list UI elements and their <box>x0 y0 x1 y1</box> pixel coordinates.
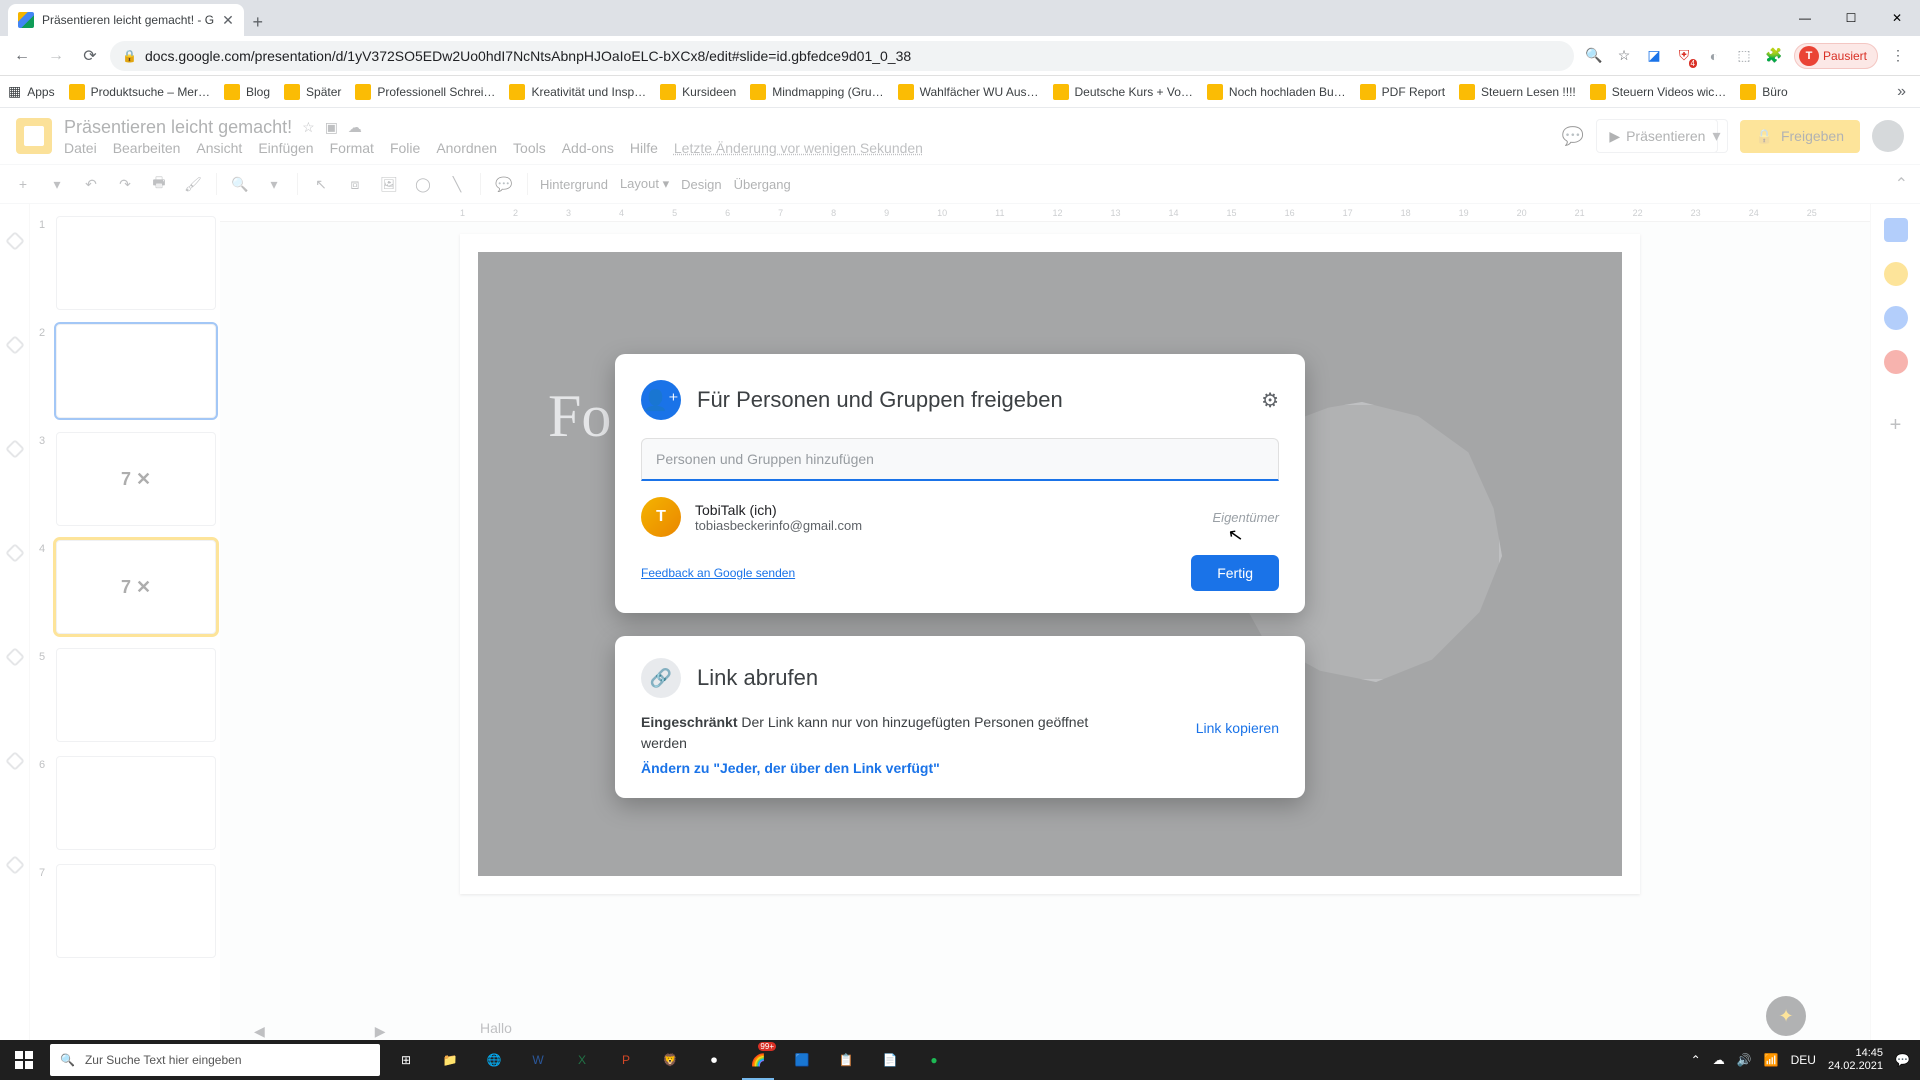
word-icon[interactable]: W <box>518 1040 558 1080</box>
feedback-link[interactable]: Feedback an Google senden <box>641 566 795 580</box>
language-indicator[interactable]: DEU <box>1791 1053 1816 1067</box>
bookmark-item[interactable]: PDF Report <box>1360 84 1445 100</box>
minimize-button[interactable]: — <box>1782 0 1828 36</box>
edge2-icon[interactable]: 🟦 <box>782 1040 822 1080</box>
bookmark-item[interactable]: Steuern Lesen !!!! <box>1459 84 1576 100</box>
start-button[interactable] <box>0 1040 48 1080</box>
person-email: tobiasbeckerinfo@gmail.com <box>695 518 862 533</box>
zoom-icon[interactable]: 🔍 <box>1584 46 1604 66</box>
lock-icon: 🔒 <box>122 49 137 63</box>
maximize-button[interactable]: ☐ <box>1828 0 1874 36</box>
menu-icon[interactable]: ⋮ <box>1888 46 1908 66</box>
person-role: Eigentümer <box>1213 510 1279 525</box>
bookmark-item[interactable]: Mindmapping (Gru… <box>750 84 883 100</box>
done-button[interactable]: Fertig <box>1191 555 1279 591</box>
bookmark-item[interactable]: Deutsche Kurs + Vo… <box>1053 84 1193 100</box>
notifications-icon[interactable]: 💬 <box>1895 1053 1910 1067</box>
extension-icon[interactable]: ◪ <box>1644 46 1664 66</box>
close-tab-icon[interactable]: ✕ <box>222 12 234 29</box>
browser-tab-strip: Präsentieren leicht gemacht! - G ✕ + — ☐… <box>0 0 1920 36</box>
person-name: TobiTalk (ich) <box>695 502 862 518</box>
extensions-menu-icon[interactable]: 🧩 <box>1764 46 1784 66</box>
browser-toolbar: ← → ⟳ 🔒 docs.google.com/presentation/d/1… <box>0 36 1920 76</box>
brave-icon[interactable]: 🦁 <box>650 1040 690 1080</box>
profile-chip[interactable]: T Pausiert <box>1794 43 1878 69</box>
change-access-link[interactable]: Ändern zu "Jeder, der über den Link verf… <box>641 760 1121 776</box>
window-controls: — ☐ ✕ <box>1782 0 1920 36</box>
task-view-icon[interactable]: ⊞ <box>386 1040 426 1080</box>
spotify-icon[interactable]: ● <box>914 1040 954 1080</box>
taskbar-search[interactable]: 🔍 Zur Suche Text hier eingeben <box>50 1044 380 1076</box>
bookmark-item[interactable]: Blog <box>224 84 270 100</box>
share-dialog-title: Für Personen und Gruppen freigeben <box>697 387 1063 413</box>
share-settings-icon[interactable]: ⚙ <box>1261 388 1279 413</box>
windows-taskbar: 🔍 Zur Suche Text hier eingeben ⊞ 📁 🌐 W X… <box>0 1040 1920 1080</box>
close-window-button[interactable]: ✕ <box>1874 0 1920 36</box>
app-icon[interactable]: 📋 <box>826 1040 866 1080</box>
copy-link-button[interactable]: Link kopieren <box>1196 720 1279 736</box>
link-restriction-text: Eingeschränkt Der Link kann nur von hinz… <box>641 712 1121 754</box>
taskbar-clock[interactable]: 14:45 24.02.2021 <box>1828 1047 1883 1073</box>
share-dialog: 👤⁺ Für Personen und Gruppen freigeben ⚙ … <box>615 354 1305 613</box>
extension-icon-4[interactable]: ⬚ <box>1734 46 1754 66</box>
bookmark-item[interactable]: Kursideen <box>660 84 736 100</box>
onedrive-icon[interactable]: ☁ <box>1713 1053 1725 1067</box>
person-avatar-icon: T <box>641 497 681 537</box>
slides-favicon <box>18 12 34 28</box>
person-row: T TobiTalk (ich) tobiasbeckerinfo@gmail.… <box>641 497 1279 537</box>
bookmark-item[interactable]: Wahlfächer WU Aus… <box>898 84 1039 100</box>
forward-button[interactable]: → <box>42 42 70 70</box>
back-button[interactable]: ← <box>8 42 36 70</box>
url-text: docs.google.com/presentation/d/1yV372SO5… <box>145 48 911 64</box>
bookmark-item[interactable]: Kreativität und Insp… <box>509 84 646 100</box>
obs-icon[interactable]: ⏺ <box>694 1040 734 1080</box>
get-link-dialog: 🔗 Link abrufen Eingeschränkt Der Link ka… <box>615 636 1305 798</box>
bookmarks-bar: ▦Apps Produktsuche – Mer… Blog Später Pr… <box>0 76 1920 108</box>
explorer-icon[interactable]: 📁 <box>430 1040 470 1080</box>
network-icon[interactable]: 📶 <box>1764 1053 1779 1067</box>
bookmark-item[interactable]: Noch hochladen Bu… <box>1207 84 1346 100</box>
bookmark-item[interactable]: Steuern Videos wic… <box>1590 84 1727 100</box>
tray-overflow-icon[interactable]: ⌃ <box>1691 1053 1701 1067</box>
chrome-icon[interactable]: 🌈99+ <box>738 1040 778 1080</box>
bookmark-item[interactable]: Büro <box>1740 84 1787 100</box>
powerpoint-icon[interactable]: P <box>606 1040 646 1080</box>
bookmark-item[interactable]: Produktsuche – Mer… <box>69 84 210 100</box>
address-bar[interactable]: 🔒 docs.google.com/presentation/d/1yV372S… <box>110 41 1574 71</box>
apps-button[interactable]: ▦Apps <box>8 83 55 100</box>
add-people-input[interactable]: Personen und Gruppen hinzufügen <box>641 438 1279 481</box>
avatar-icon: T <box>1799 46 1819 66</box>
new-tab-button[interactable]: + <box>244 8 272 36</box>
bookmark-item[interactable]: Professionell Schrei… <box>355 84 495 100</box>
browser-tab[interactable]: Präsentieren leicht gemacht! - G ✕ <box>8 4 244 36</box>
bookmark-item[interactable]: Später <box>284 84 341 100</box>
app-icon[interactable]: 📄 <box>870 1040 910 1080</box>
excel-icon[interactable]: X <box>562 1040 602 1080</box>
bookmarks-overflow[interactable]: » <box>1897 83 1912 101</box>
star-icon[interactable]: ☆ <box>1614 46 1634 66</box>
reload-button[interactable]: ⟳ <box>76 42 104 70</box>
share-people-icon: 👤⁺ <box>641 380 681 420</box>
edge-icon[interactable]: 🌐 <box>474 1040 514 1080</box>
link-icon: 🔗 <box>641 658 681 698</box>
link-dialog-title: Link abrufen <box>697 665 818 691</box>
tab-title: Präsentieren leicht gemacht! - G <box>42 13 214 27</box>
extension-icon-3[interactable]: ◐ <box>1704 46 1724 66</box>
volume-icon[interactable]: 🔊 <box>1737 1053 1752 1067</box>
extension-icon-2[interactable]: ⛨4 <box>1674 46 1694 66</box>
